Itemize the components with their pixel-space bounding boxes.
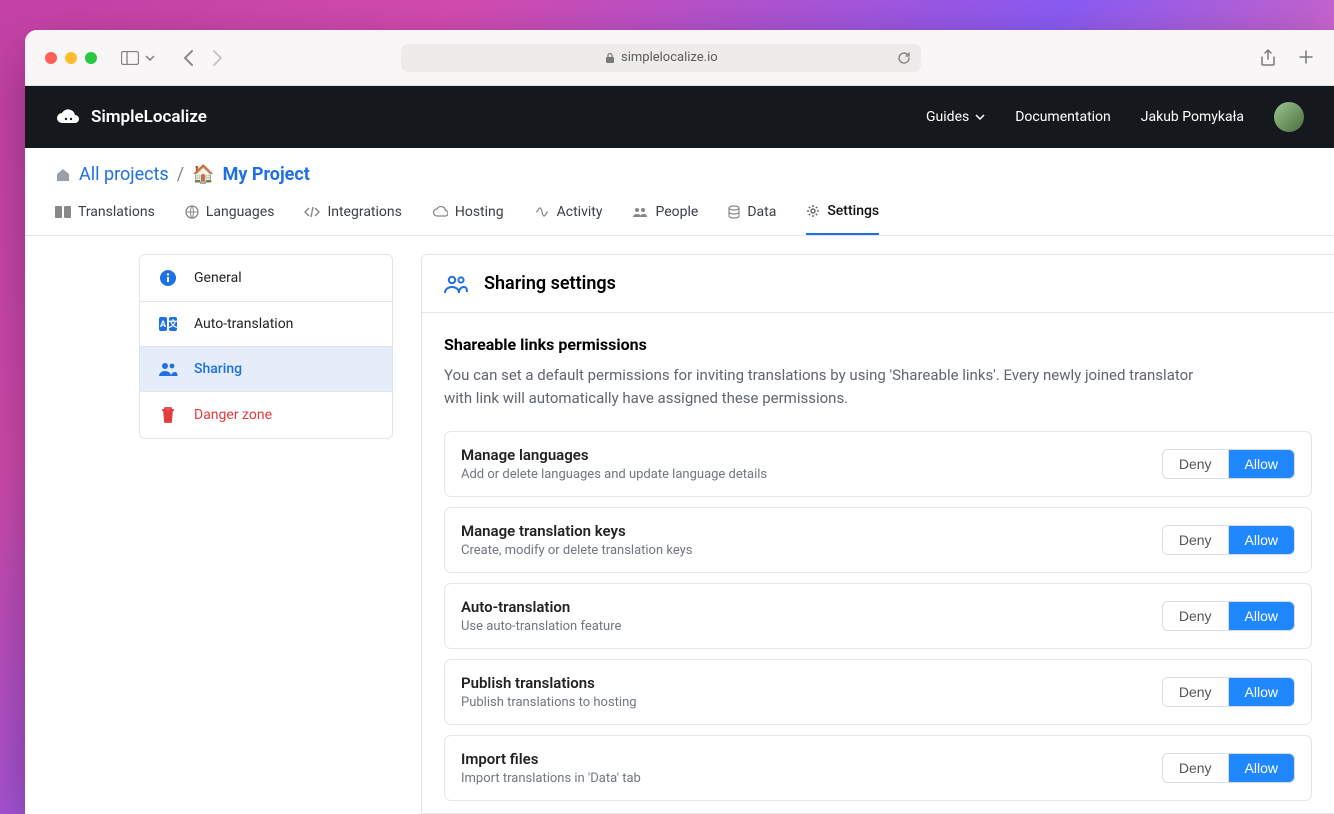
sidenav-danger-zone[interactable]: Danger zone [140, 392, 392, 438]
allow-button[interactable]: Allow [1228, 678, 1294, 706]
database-icon [728, 205, 740, 219]
people-icon [632, 206, 648, 218]
window-maximize[interactable] [85, 52, 97, 64]
permissions-list: Manage languages Add or delete languages… [444, 431, 1312, 801]
app-header: SimpleLocalize Guides Documentation Jaku… [25, 86, 1334, 148]
avatar[interactable] [1274, 102, 1304, 132]
permission-row: Import files Import translations in 'Dat… [444, 735, 1312, 801]
sidenav-general[interactable]: General [140, 255, 392, 302]
permission-row: Publish translations Publish translation… [444, 659, 1312, 725]
sidebar-toggle[interactable] [121, 51, 155, 65]
sidenav-sharing[interactable]: Sharing [140, 347, 392, 392]
browser-window: simplelocalize.io SimpleLocalize [25, 30, 1334, 814]
deny-button[interactable]: Deny [1163, 754, 1228, 782]
user-name[interactable]: Jakub Pomykała [1141, 109, 1244, 125]
svg-text:文: 文 [167, 318, 177, 330]
url-bar[interactable]: simplelocalize.io [401, 44, 921, 72]
permission-desc: Import translations in 'Data' tab [461, 771, 641, 786]
deny-button[interactable]: Deny [1163, 602, 1228, 630]
cloud-icon [432, 206, 448, 218]
allow-button[interactable]: Allow [1228, 602, 1294, 630]
breadcrumb-separator: / [177, 164, 184, 185]
sidenav-label: Auto-translation [194, 316, 293, 332]
allow-button[interactable]: Allow [1228, 754, 1294, 782]
deny-button[interactable]: Deny [1163, 450, 1228, 478]
settings-sidenav: General A文 Auto-translation Sharing [139, 254, 393, 439]
back-button[interactable] [183, 49, 194, 67]
new-tab-icon[interactable] [1298, 49, 1314, 67]
brand-name: SimpleLocalize [91, 107, 207, 127]
section-description: You can set a default permissions for in… [444, 364, 1224, 411]
translations-icon [55, 206, 71, 218]
breadcrumb-project[interactable]: My Project [223, 164, 310, 185]
info-icon [158, 269, 178, 287]
share-icon[interactable] [1260, 49, 1276, 67]
sidenav-label: Danger zone [194, 407, 272, 423]
tab-activity[interactable]: Activity [534, 203, 603, 235]
sidenav-auto-translation[interactable]: A文 Auto-translation [140, 302, 392, 347]
url-text: simplelocalize.io [621, 50, 718, 65]
sidenav-label: General [194, 270, 242, 286]
users-icon [158, 361, 178, 377]
allow-button[interactable]: Allow [1228, 450, 1294, 478]
tab-languages[interactable]: Languages [185, 203, 275, 235]
permission-desc: Publish translations to hosting [461, 695, 637, 710]
trash-icon [158, 406, 178, 424]
gear-icon [806, 204, 820, 218]
deny-button[interactable]: Deny [1163, 678, 1228, 706]
traffic-lights [45, 52, 97, 64]
brand[interactable]: SimpleLocalize [55, 107, 207, 127]
chevron-down-icon [145, 55, 155, 61]
permission-title: Publish translations [461, 674, 637, 692]
documentation-link[interactable]: Documentation [1015, 109, 1111, 125]
permission-title: Manage languages [461, 446, 767, 464]
lock-icon [605, 52, 615, 64]
forward-button[interactable] [212, 49, 223, 67]
activity-icon [534, 206, 550, 218]
window-close[interactable] [45, 52, 57, 64]
window-minimize[interactable] [65, 52, 77, 64]
permission-title: Import files [461, 750, 641, 768]
home-icon [55, 167, 71, 183]
breadcrumb-all-projects[interactable]: All projects [79, 164, 169, 185]
permission-row: Manage languages Add or delete languages… [444, 431, 1312, 497]
content-area: General A文 Auto-translation Sharing [25, 236, 1334, 814]
panel-title: Sharing settings [484, 273, 616, 294]
project-emoji: 🏠 [192, 164, 214, 185]
chevron-down-icon [975, 114, 985, 120]
translate-icon: A文 [158, 317, 178, 331]
settings-panel: Sharing settings Shareable links permiss… [421, 254, 1334, 814]
svg-text:A: A [160, 320, 167, 330]
tab-hosting[interactable]: Hosting [432, 203, 504, 235]
breadcrumb-bar: All projects / 🏠 My Project [25, 148, 1334, 185]
cloud-icon [55, 107, 81, 127]
tab-settings[interactable]: Settings [806, 203, 879, 235]
permission-row: Manage translation keys Create, modify o… [444, 507, 1312, 573]
tab-integrations[interactable]: Integrations [304, 203, 401, 235]
panel-header: Sharing settings [422, 255, 1334, 313]
code-icon [304, 206, 320, 218]
users-icon [444, 274, 468, 294]
permission-desc: Use auto-translation feature [461, 619, 621, 634]
tab-people[interactable]: People [632, 203, 698, 235]
permission-desc: Add or delete languages and update langu… [461, 467, 767, 482]
tab-translations[interactable]: Translations [55, 203, 155, 235]
deny-button[interactable]: Deny [1163, 526, 1228, 554]
tab-data[interactable]: Data [728, 203, 776, 235]
globe-icon [185, 205, 199, 219]
sidenav-label: Sharing [194, 361, 242, 377]
permission-row: Auto-translation Use auto-translation fe… [444, 583, 1312, 649]
permission-title: Manage translation keys [461, 522, 693, 540]
permission-title: Auto-translation [461, 598, 621, 616]
tabs: Translations Languages Integrations Host… [25, 185, 1334, 236]
reload-icon[interactable] [897, 51, 911, 65]
titlebar: simplelocalize.io [25, 30, 1334, 86]
guides-menu[interactable]: Guides [926, 109, 985, 125]
section-title: Shareable links permissions [444, 335, 1312, 354]
breadcrumb: All projects / 🏠 My Project [55, 164, 1304, 185]
allow-button[interactable]: Allow [1228, 526, 1294, 554]
permission-desc: Create, modify or delete translation key… [461, 543, 693, 558]
